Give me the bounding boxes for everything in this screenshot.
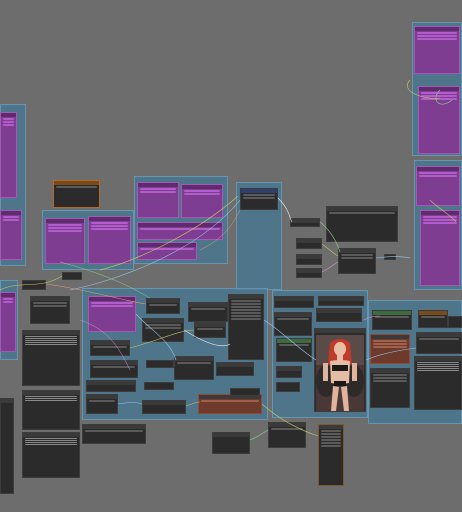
- preview-image: [316, 335, 364, 411]
- text-node-3[interactable]: [22, 432, 80, 478]
- right-node-3[interactable]: [448, 316, 462, 328]
- loader-node-3[interactable]: [296, 254, 322, 265]
- sampler-node-top[interactable]: [240, 188, 278, 210]
- text-node-1[interactable]: [22, 330, 80, 386]
- loader-node-m1[interactable]: [90, 340, 130, 356]
- prompt-node-a1[interactable]: [45, 218, 85, 264]
- model-node-5[interactable]: [276, 338, 312, 362]
- side-node-left[interactable]: [0, 398, 14, 494]
- loader-node-m9[interactable]: [142, 400, 186, 414]
- loader-node-m7[interactable]: [216, 362, 254, 376]
- node-title: [1, 113, 16, 117]
- prompt-node-a2[interactable]: [88, 216, 131, 264]
- loader-node-m10[interactable]: [230, 388, 260, 396]
- loader-node-m4[interactable]: [86, 394, 118, 414]
- sampler-node-m2[interactable]: [142, 318, 184, 342]
- bottom-node-list[interactable]: [318, 424, 344, 486]
- prompt-node-r1[interactable]: [416, 166, 460, 206]
- loader-node-m5[interactable]: [146, 360, 174, 368]
- model-node-1[interactable]: [274, 296, 314, 308]
- right-node-5[interactable]: [416, 332, 462, 354]
- small-node-1[interactable]: [384, 254, 396, 260]
- loader-node-1[interactable]: [290, 218, 320, 227]
- right-node-1[interactable]: [372, 310, 412, 330]
- loader-node-m8[interactable]: [144, 382, 174, 390]
- node-graph-canvas[interactable]: [0, 0, 462, 512]
- save-image-node[interactable]: [198, 394, 262, 414]
- ksampler-node[interactable]: [228, 294, 264, 360]
- text-node-m1[interactable]: [82, 424, 146, 444]
- woman-portrait-image: [316, 335, 364, 411]
- image-node-bottom[interactable]: [212, 432, 250, 454]
- model-node-4[interactable]: [316, 308, 362, 322]
- sampler-node-m4[interactable]: [194, 322, 226, 338]
- note-node[interactable]: [53, 180, 100, 208]
- right-node-2[interactable]: [418, 310, 448, 328]
- prompt-node-left-1[interactable]: [0, 112, 17, 198]
- small-node-3[interactable]: [62, 272, 82, 280]
- loader-node-2[interactable]: [296, 238, 322, 249]
- model-node-2[interactable]: [318, 296, 364, 306]
- right-node-4[interactable]: [370, 334, 410, 364]
- prompt-node-r2[interactable]: [420, 210, 460, 286]
- loader-node-m6[interactable]: [174, 356, 214, 380]
- loader-node-m2[interactable]: [90, 360, 138, 378]
- prompt-node-b4[interactable]: [137, 242, 197, 260]
- text-output-node[interactable]: [326, 206, 398, 242]
- prompt-node-b3[interactable]: [137, 222, 223, 240]
- prompt-node-tr2[interactable]: [418, 86, 460, 154]
- loader-node-m3[interactable]: [86, 380, 136, 392]
- prompt-node-b1[interactable]: [137, 182, 179, 218]
- sampler-node-m1[interactable]: [146, 298, 180, 314]
- small-node-2[interactable]: [22, 280, 46, 290]
- model-node-3[interactable]: [274, 312, 312, 336]
- prompt-node-m1[interactable]: [88, 296, 136, 332]
- prompt-node-b2[interactable]: [181, 184, 223, 218]
- settings-node-1[interactable]: [30, 296, 70, 324]
- right-node-6[interactable]: [370, 368, 410, 408]
- prompt-node-left-3[interactable]: [0, 292, 16, 352]
- model-node-6[interactable]: [276, 366, 302, 378]
- bottom-node-1[interactable]: [268, 422, 306, 448]
- sampler-node-m3[interactable]: [188, 302, 228, 322]
- right-text-node[interactable]: [414, 356, 462, 410]
- prompt-node-tr1[interactable]: [414, 26, 460, 74]
- prompt-node-left-2[interactable]: [0, 210, 22, 260]
- text-node-2[interactable]: [22, 390, 80, 430]
- combine-node[interactable]: [338, 248, 376, 274]
- model-node-7[interactable]: [276, 382, 300, 392]
- loader-node-4[interactable]: [296, 268, 322, 278]
- preview-image-node[interactable]: [314, 328, 366, 412]
